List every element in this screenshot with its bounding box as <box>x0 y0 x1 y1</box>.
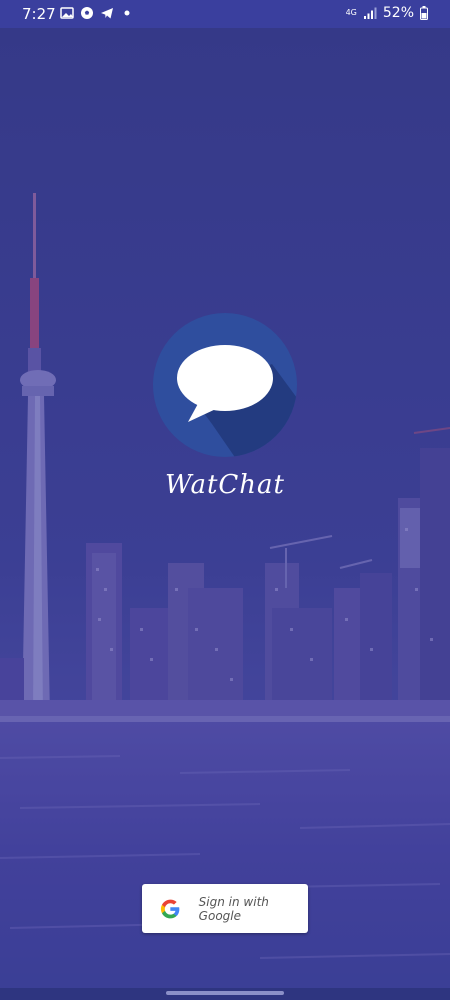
chat-bubble-icon <box>153 313 297 457</box>
image-icon <box>60 7 74 19</box>
app-logo <box>152 312 298 458</box>
battery-percent: 52% <box>382 5 414 21</box>
status-bar: 7:27 4G 52% <box>0 0 450 28</box>
home-gesture-handle[interactable] <box>166 991 284 995</box>
google-sign-in-label: Sign in with Google <box>198 894 269 923</box>
signal-icon <box>363 7 377 19</box>
dot-icon <box>124 10 130 16</box>
navigation-bar <box>0 988 450 1000</box>
telegram-icon <box>101 8 113 19</box>
soccer-ball-icon <box>81 7 93 19</box>
network-type: 4G <box>345 8 357 17</box>
app-title: WatChat <box>164 470 285 500</box>
background-city-skyline <box>0 28 450 990</box>
battery-icon <box>420 6 428 20</box>
notification-icons <box>60 6 134 20</box>
status-right: 4G 52% <box>346 5 428 21</box>
status-time: 7:27 <box>22 5 56 23</box>
google-sign-in-button[interactable]: Sign in with Google <box>142 884 308 933</box>
google-logo-icon <box>160 899 180 918</box>
